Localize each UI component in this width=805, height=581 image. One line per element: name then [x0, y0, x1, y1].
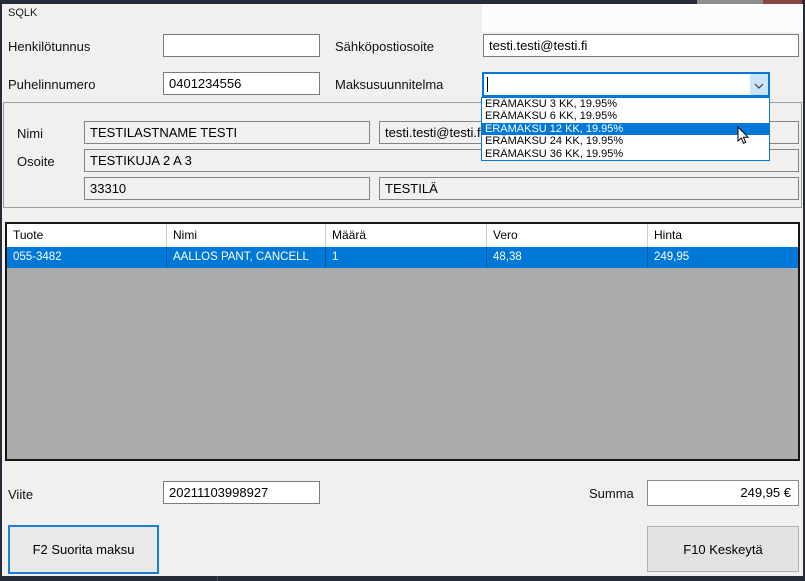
customer-name-field: TESTILASTNAME TESTI — [84, 121, 370, 144]
cancel-button[interactable]: F10 Keskeytä — [647, 526, 799, 572]
dropdown-item[interactable]: ERÄMAKSU 36 KK, 19.95% — [482, 148, 769, 160]
osoite-label: Osoite — [17, 154, 55, 169]
customer-city-field: TESTILÄ — [379, 177, 799, 200]
text-caret — [487, 77, 488, 92]
puhelinnumero-input[interactable] — [163, 72, 320, 95]
henkilotunnus-input[interactable] — [163, 34, 320, 57]
payment-plan-dropdown-list: ERÄMAKSU 3 KK, 19.95% ERÄMAKSU 6 KK, 19.… — [481, 97, 770, 161]
dropdown-item[interactable]: ERÄMAKSU 3 KK, 19.95% — [482, 98, 769, 110]
henkilotunnus-label: Henkilötunnus — [8, 39, 90, 54]
cell-nimi: AALLOS PANT, CANCELL — [167, 247, 326, 268]
table-header-row: Tuote Nimi Määrä Vero Hinta — [7, 224, 798, 247]
sahkopostiosoite-input[interactable] — [483, 34, 799, 57]
cell-vero: 48,38 — [487, 247, 648, 268]
dropdown-item[interactable]: ERÄMAKSU 24 KK, 19.95% — [482, 135, 769, 147]
column-header[interactable]: Tuote — [7, 224, 167, 247]
cell-tuote: 055-3482 — [7, 247, 167, 268]
column-header[interactable]: Vero — [487, 224, 648, 247]
combobox-dropdown-button[interactable] — [750, 74, 768, 95]
mouse-cursor-icon — [737, 126, 750, 150]
screen: SQLK Henkilötunnus Puhelinnumero Sähköpo… — [0, 0, 805, 581]
products-table[interactable]: Tuote Nimi Määrä Vero Hinta 055-3482 AAL… — [5, 222, 800, 461]
chevron-down-icon — [754, 76, 764, 94]
summa-field: 249,95 € — [647, 480, 799, 506]
cell-hinta: 249,95 — [648, 247, 798, 268]
viite-label: Viite — [8, 487, 33, 502]
maksusuunnitelma-label: Maksusuunnitelma — [335, 77, 443, 92]
background-divider — [217, 576, 218, 581]
submit-payment-button[interactable]: F2 Suorita maksu — [8, 525, 159, 574]
cell-maara: 1 — [326, 247, 487, 268]
dropdown-item[interactable]: ERÄMAKSU 6 KK, 19.95% — [482, 110, 769, 122]
top-white-panel — [482, 4, 803, 32]
customer-postalcode-field: 33310 — [84, 177, 370, 200]
nimi-label: Nimi — [17, 126, 43, 141]
dropdown-item-highlighted[interactable]: ERÄMAKSU 12 KK, 19.95% — [482, 123, 769, 135]
table-row-selected[interactable]: 055-3482 AALLOS PANT, CANCELL 1 48,38 24… — [7, 247, 798, 268]
sqlk-window: SQLK Henkilötunnus Puhelinnumero Sähköpo… — [2, 4, 803, 576]
payment-plan-combobox[interactable] — [482, 72, 770, 97]
viite-input[interactable] — [163, 481, 320, 504]
column-header[interactable]: Hinta — [648, 224, 798, 247]
summa-label: Summa — [589, 486, 634, 501]
column-header[interactable]: Nimi — [167, 224, 326, 247]
submit-payment-label: F2 Suorita maksu — [33, 542, 135, 557]
puhelinnumero-label: Puhelinnumero — [8, 77, 95, 92]
window-title: SQLK — [8, 7, 37, 19]
cancel-label: F10 Keskeytä — [683, 542, 763, 557]
sahkopostiosoite-label: Sähköpostiosoite — [335, 39, 434, 54]
column-header[interactable]: Määrä — [326, 224, 487, 247]
